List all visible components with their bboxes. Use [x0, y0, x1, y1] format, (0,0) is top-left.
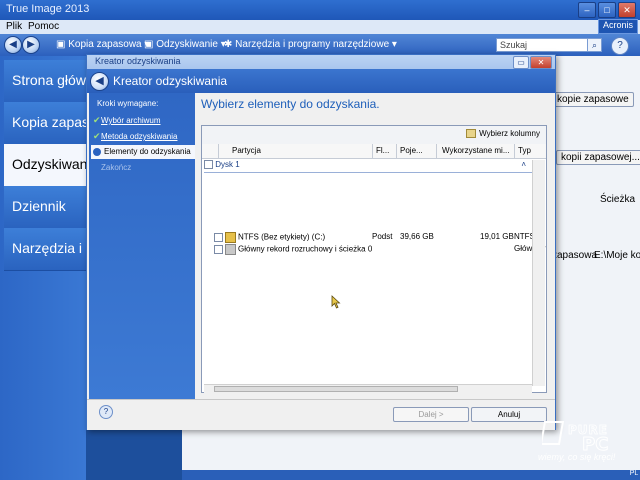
dialog-close-button[interactable]: ✕	[530, 56, 552, 69]
help-icon[interactable]: ?	[99, 405, 113, 419]
horizontal-scrollbar[interactable]	[204, 384, 532, 393]
mouse-cursor-icon	[331, 295, 341, 309]
menu-help[interactable]: Pomoc	[28, 21, 59, 32]
partition-icon	[225, 232, 236, 243]
scrollbar-thumb[interactable]	[214, 386, 458, 392]
next-button[interactable]: Dalej >	[393, 407, 469, 422]
forward-arrow-icon[interactable]: ▶	[22, 36, 40, 54]
help-icon[interactable]: ?	[611, 37, 629, 55]
close-button[interactable]: ✕	[618, 2, 636, 18]
sidebar-item-label: Narzędzia i programy	[12, 240, 86, 256]
language-indicator[interactable]: PL	[628, 470, 640, 480]
bg-column-path: Ścieżka	[600, 194, 636, 205]
sidebar-item-tools[interactable]: Narzędzia i programy	[4, 228, 86, 271]
step-label: Metoda odzyskiwania	[101, 132, 178, 141]
row-flag: Podst	[372, 232, 393, 241]
column-flags[interactable]: Fl...	[376, 146, 389, 155]
current-step-icon	[93, 147, 101, 156]
row-used: 19,01 GB	[480, 232, 514, 241]
dialog-window-controls: ▭ ✕	[512, 56, 552, 69]
row-capacity: 39,66 GB	[400, 232, 434, 241]
acronis-logo: Acronis	[598, 19, 638, 34]
toolbar-recovery-label: Odzyskiwanie	[156, 39, 218, 50]
select-columns-button[interactable]: Wybierz kolumny	[466, 129, 540, 139]
select-columns-label: Wybierz kolumny	[479, 129, 540, 138]
dialog-header-title: Kreator odzyskiwania	[113, 74, 228, 88]
sidebar-item-backup[interactable]: Kopia zapasowa	[4, 102, 86, 145]
check-icon: ✔	[93, 131, 101, 141]
menubar: Plik Pomoc	[0, 20, 640, 34]
row-name: Główny rekord rozruchowy i ścieżka 0	[238, 244, 373, 254]
table-header: Partycja Fl... Poje... Wykorzystane mi..…	[202, 144, 546, 159]
sidebar-item-log[interactable]: Dziennik	[4, 186, 86, 229]
steps-heading: Kroki wymagane:	[97, 99, 159, 108]
toolbar-tools-label: Narzędzia i programy narzędziowe	[235, 39, 390, 50]
search-icon[interactable]: ⌕	[587, 38, 602, 52]
sidebar-item-label: Kopia zapasowa	[12, 114, 86, 130]
column-partition[interactable]: Partycja	[232, 146, 261, 155]
sidebar: Strona główna Kopia zapasowa Odzyskiwani…	[0, 56, 86, 480]
toolbar-backup[interactable]: ▣ Kopia zapasowa ▾	[56, 39, 149, 50]
check-icon: ✔	[93, 115, 101, 125]
sidebar-item-home[interactable]: Strona główna	[4, 60, 86, 103]
items-tree: Wybierz kolumny Partycja Fl... Poje... W…	[201, 125, 547, 393]
minimize-button[interactable]: –	[578, 2, 596, 18]
cancel-button[interactable]: Anuluj	[471, 407, 547, 422]
wizard-steps-panel: Kroki wymagane: ✔Wybór archiwum ✔Metoda …	[89, 93, 195, 399]
bg-backups-button[interactable]: kopie zapasowe	[552, 92, 634, 107]
menu-file[interactable]: Plik	[6, 21, 22, 32]
back-arrow-icon[interactable]: ◀	[90, 72, 109, 91]
watermark-tagline: wiemy, co się kręci!	[538, 452, 616, 462]
dialog-titlebar: Kreator odzyskiwania ▭ ✕	[87, 55, 555, 69]
toolbar-recovery[interactable]: ▣ Odzyskiwanie ▾	[144, 39, 226, 50]
table-row[interactable]: Główny rekord rozruchowy i ścieżka 0 Głó…	[214, 244, 546, 255]
tree-toolbar: Wybierz kolumny	[202, 126, 546, 145]
column-type[interactable]: Typ	[518, 146, 531, 155]
disk-label: Dysk 1	[215, 160, 240, 169]
recovery-wizard-dialog: Kreator odzyskiwania ▭ ✕ ◀ Kreator odzysk…	[86, 54, 556, 430]
sidebar-item-recovery[interactable]: Odzyskiwanie	[4, 144, 86, 187]
row-name: NTFS (Bez etykiety) (C:)	[238, 232, 326, 242]
step-finish: Zakończ	[93, 163, 131, 172]
mbr-icon	[225, 244, 236, 255]
row-checkbox[interactable]	[214, 233, 223, 242]
bg-row-type: zapasowa	[552, 250, 598, 261]
step-items-to-recover[interactable]: Elementy do odzyskania	[91, 145, 195, 159]
maximize-button[interactable]: □	[598, 2, 616, 18]
dialog-restore-button[interactable]: ▭	[513, 56, 529, 69]
table-row[interactable]: NTFS (Bez etykiety) (C:) Podst 39,66 GB …	[214, 232, 544, 243]
step-archive-selection[interactable]: ✔Wybór archiwum	[93, 115, 161, 126]
toolbar-backup-label: Kopia zapasowa	[68, 39, 142, 50]
bg-backup-button[interactable]: kopii zapasowej...	[556, 150, 640, 165]
app-title: True Image 2013	[6, 3, 90, 15]
window-controls: – □ ✕	[576, 2, 636, 18]
vertical-scrollbar[interactable]	[532, 160, 545, 386]
step-recovery-method[interactable]: ✔Metoda odzyskiwania	[93, 131, 177, 142]
disk-row[interactable]: Dysk 1 ˄	[204, 160, 544, 173]
column-used[interactable]: Wykorzystane mi...	[442, 146, 510, 155]
purepc-logo: PURE PC	[542, 421, 609, 456]
collapse-chevron-icon[interactable]: ˄	[521, 160, 526, 169]
columns-icon	[466, 129, 477, 139]
sidebar-item-label: Strona główna	[12, 72, 86, 88]
disk-checkbox[interactable]	[204, 160, 213, 170]
column-capacity[interactable]: Poje...	[400, 146, 423, 155]
page-title: Wybierz elementy do odzyskania.	[201, 97, 380, 111]
app-titlebar: True Image 2013 – □ ✕	[0, 0, 640, 20]
dialog-title: Kreator odzyskiwania	[95, 56, 181, 66]
back-arrow-icon[interactable]: ◀	[4, 36, 22, 54]
sidebar-item-label: Dziennik	[12, 198, 66, 214]
sidebar-item-label: Odzyskiwanie	[12, 156, 86, 172]
step-label: Elementy do odzyskania	[104, 147, 191, 156]
step-label: Wybór archiwum	[101, 116, 161, 125]
row-checkbox[interactable]	[214, 245, 223, 254]
step-label: Zakończ	[101, 163, 132, 172]
bg-row-path: E:\Moje ko	[594, 250, 640, 261]
toolbar-tools[interactable]: ✱ Narzędzia i programy narzędziowe ▾	[224, 39, 397, 50]
